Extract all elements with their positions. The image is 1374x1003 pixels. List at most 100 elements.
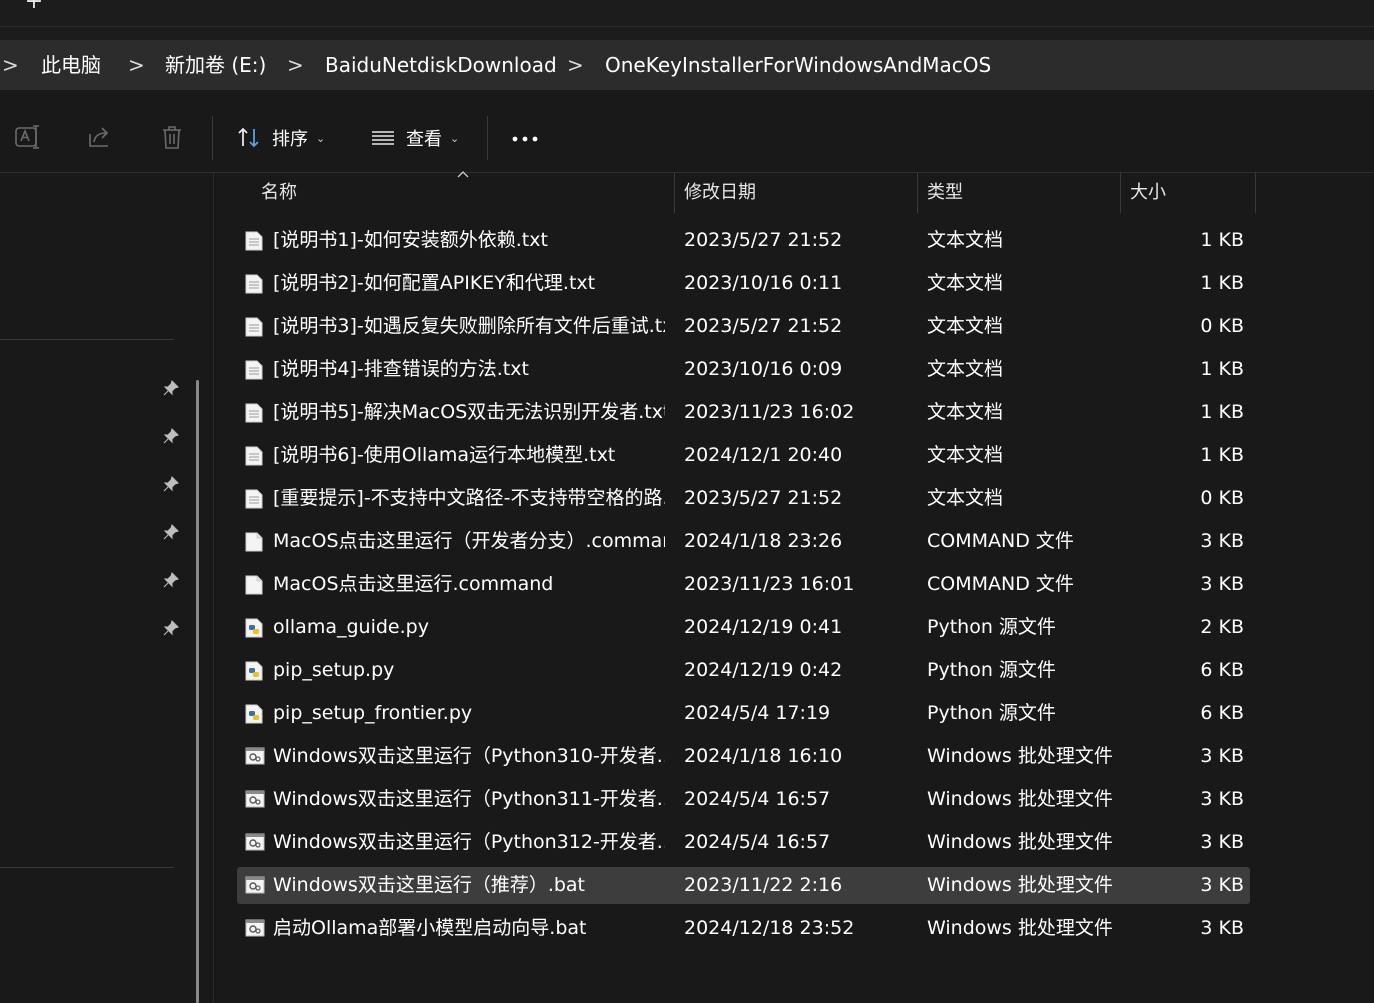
breadcrumb-item-current-folder[interactable]: OneKeyInstallerForWindowsAndMacOS [605, 50, 991, 80]
blank-file-icon [245, 575, 263, 595]
file-name[interactable]: [说明书6]-使用Ollama运行本地模型.txt [273, 437, 665, 474]
file-name[interactable]: ollama_guide.py [273, 609, 665, 646]
file-modified-date: 2024/5/4 17:19 [684, 702, 831, 724]
column-resize-handle[interactable] [917, 173, 918, 213]
text-file-icon [245, 274, 263, 294]
pin-icon[interactable] [163, 428, 179, 444]
navigation-pane [0, 173, 200, 1003]
breadcrumb-chevron-icon[interactable]: > [287, 50, 304, 80]
file-size: 3 KB [1200, 573, 1244, 595]
file-size: 6 KB [1200, 659, 1244, 681]
file-name[interactable]: [重要提示]-不支持中文路径-不支持带空格的路... [273, 480, 665, 517]
column-header-name[interactable]: 名称 [261, 173, 297, 213]
pin-icon[interactable] [163, 620, 179, 636]
file-size: 2 KB [1200, 616, 1244, 638]
file-row[interactable]: Windows双击这里运行（推荐）.bat 2023/11/22 2:16 Wind… [237, 867, 1250, 904]
file-modified-date: 2024/12/19 0:42 [684, 659, 843, 681]
chevron-down-icon: ⌄ [450, 131, 460, 145]
file-row[interactable]: Windows双击这里运行（Python310-开发者... 2024/1/18 … [237, 738, 1250, 775]
pin-icon[interactable] [163, 572, 179, 588]
column-header-type[interactable]: 类型 [927, 173, 963, 213]
new-tab-button[interactable]: + [22, 0, 46, 14]
file-name[interactable]: MacOS点击这里运行（开发者分支）.command [273, 523, 665, 560]
file-row[interactable]: Windows双击这里运行（Python311-开发者... 2024/5/4 1… [237, 781, 1250, 818]
delete-icon[interactable] [157, 122, 187, 152]
file-size: 1 KB [1200, 358, 1244, 380]
more-options-icon[interactable] [510, 132, 540, 146]
file-name[interactable]: MacOS点击这里运行.command [273, 566, 665, 603]
pane-splitter[interactable] [213, 173, 214, 1003]
pin-icon[interactable] [163, 380, 179, 396]
share-icon[interactable] [85, 122, 115, 152]
file-row[interactable]: MacOS点击这里运行（开发者分支）.command 2024/1/18 23:2… [237, 523, 1250, 560]
rename-icon[interactable] [13, 122, 43, 152]
file-name[interactable]: 启动Ollama部署小模型启动向导.bat [273, 910, 665, 947]
breadcrumb-chevron-icon[interactable]: > [567, 50, 584, 80]
nav-divider [0, 339, 174, 340]
pin-icon[interactable] [163, 476, 179, 492]
file-row[interactable]: Windows双击这里运行（Python312-开发者... 2024/5/4 1… [237, 824, 1250, 861]
column-resize-handle[interactable] [674, 173, 675, 213]
column-header-date[interactable]: 修改日期 [684, 173, 756, 213]
file-name[interactable]: Windows双击这里运行（Python311-开发者... [273, 781, 665, 818]
file-type: 文本文档 [927, 358, 1004, 380]
breadcrumb-item-drive[interactable]: 新加卷 (E:) [165, 50, 266, 80]
file-name[interactable]: pip_setup_frontier.py [273, 695, 665, 732]
breadcrumb-chevron-icon[interactable]: > [128, 50, 145, 80]
file-name[interactable]: [说明书2]-如何配置APIKEY和代理.txt [273, 265, 665, 302]
text-file-icon [245, 403, 263, 423]
sort-button[interactable]: 排序 ⌄ [236, 120, 325, 156]
file-name[interactable]: [说明书4]-排查错误的方法.txt [273, 351, 665, 388]
file-type: Windows 批处理文件 [927, 917, 1113, 939]
file-name[interactable]: Windows双击这里运行（Python310-开发者... [273, 738, 665, 775]
file-type: Windows 批处理文件 [927, 831, 1113, 853]
file-name[interactable]: Windows双击这里运行（Python312-开发者... [273, 824, 665, 861]
breadcrumb-item-this-pc[interactable]: 此电脑 [41, 50, 101, 80]
file-row[interactable]: [重要提示]-不支持中文路径-不支持带空格的路... 2023/5/27 21:5… [237, 480, 1250, 517]
file-row[interactable]: [说明书5]-解决MacOS双击无法识别开发者.txt 2023/11/23 16… [237, 394, 1250, 431]
file-type: 文本文档 [927, 444, 1004, 466]
file-row[interactable]: [说明书3]-如遇反复失败删除所有文件后重试.txt 2023/5/27 21:5… [237, 308, 1250, 345]
file-modified-date: 2023/5/27 21:52 [684, 229, 843, 251]
column-resize-handle[interactable] [1120, 173, 1121, 213]
column-resize-handle[interactable] [1255, 173, 1256, 213]
file-modified-date: 2024/12/1 20:40 [684, 444, 843, 466]
python-file-icon [245, 618, 263, 638]
file-modified-date: 2024/1/18 16:10 [684, 745, 843, 767]
breadcrumb-item-download-folder[interactable]: BaiduNetdiskDownload [325, 50, 557, 80]
column-header-size[interactable]: 大小 [1130, 173, 1166, 213]
batch-file-icon [245, 747, 265, 767]
column-header: 名称 修改日期 类型 大小 [0, 173, 1374, 213]
file-row[interactable]: ollama_guide.py 2024/12/19 0:41 Python 源文件… [237, 609, 1250, 646]
file-name[interactable]: [说明书1]-如何安装额外依赖.txt [273, 222, 665, 259]
file-row[interactable]: [说明书4]-排查错误的方法.txt 2023/10/16 0:09 文本文档 1 K… [237, 351, 1250, 388]
file-row[interactable]: pip_setup_frontier.py 2024/5/4 17:19 Pytho… [237, 695, 1250, 732]
file-modified-date: 2024/12/18 23:52 [684, 917, 855, 939]
file-row[interactable]: pip_setup.py 2024/12/19 0:42 Python 源文件 6 K… [237, 652, 1250, 689]
file-size: 6 KB [1200, 702, 1244, 724]
file-type: 文本文档 [927, 315, 1004, 337]
file-row[interactable]: MacOS点击这里运行.command 2023/11/23 16:01 COMMA… [237, 566, 1250, 603]
pin-icon[interactable] [163, 524, 179, 540]
file-name[interactable]: Windows双击这里运行（推荐）.bat [273, 867, 665, 904]
breadcrumb[interactable]: > 此电脑 > 新加卷 (E:) > BaiduNetdiskDownload … [0, 40, 1374, 90]
file-name[interactable]: pip_setup.py [273, 652, 665, 689]
file-type: 文本文档 [927, 487, 1004, 509]
file-name[interactable]: [说明书5]-解决MacOS双击无法识别开发者.txt [273, 394, 665, 431]
sort-ascending-icon [457, 171, 469, 178]
batch-file-icon [245, 919, 265, 939]
file-row[interactable]: [说明书6]-使用Ollama运行本地模型.txt 2024/12/1 20:40… [237, 437, 1250, 474]
file-size: 3 KB [1200, 745, 1244, 767]
file-row[interactable]: [说明书2]-如何配置APIKEY和代理.txt 2023/10/16 0:11 文… [237, 265, 1250, 302]
file-row[interactable]: [说明书1]-如何安装额外依赖.txt 2023/5/27 21:52 文本文档 1 … [237, 222, 1250, 259]
file-size: 3 KB [1200, 874, 1244, 896]
toolbar-divider [212, 116, 213, 160]
toolbar-divider [487, 116, 488, 160]
file-type: Windows 批处理文件 [927, 745, 1113, 767]
file-row[interactable]: 启动Ollama部署小模型启动向导.bat 2024/12/18 23:52 Win… [237, 910, 1250, 947]
breadcrumb-root-chevron-icon[interactable]: > [2, 50, 19, 80]
view-button[interactable]: 查看 ⌄ [370, 120, 459, 156]
file-type: Python 源文件 [927, 659, 1056, 681]
file-name[interactable]: [说明书3]-如遇反复失败删除所有文件后重试.txt [273, 308, 665, 345]
navigation-scrollbar[interactable] [196, 380, 199, 1003]
